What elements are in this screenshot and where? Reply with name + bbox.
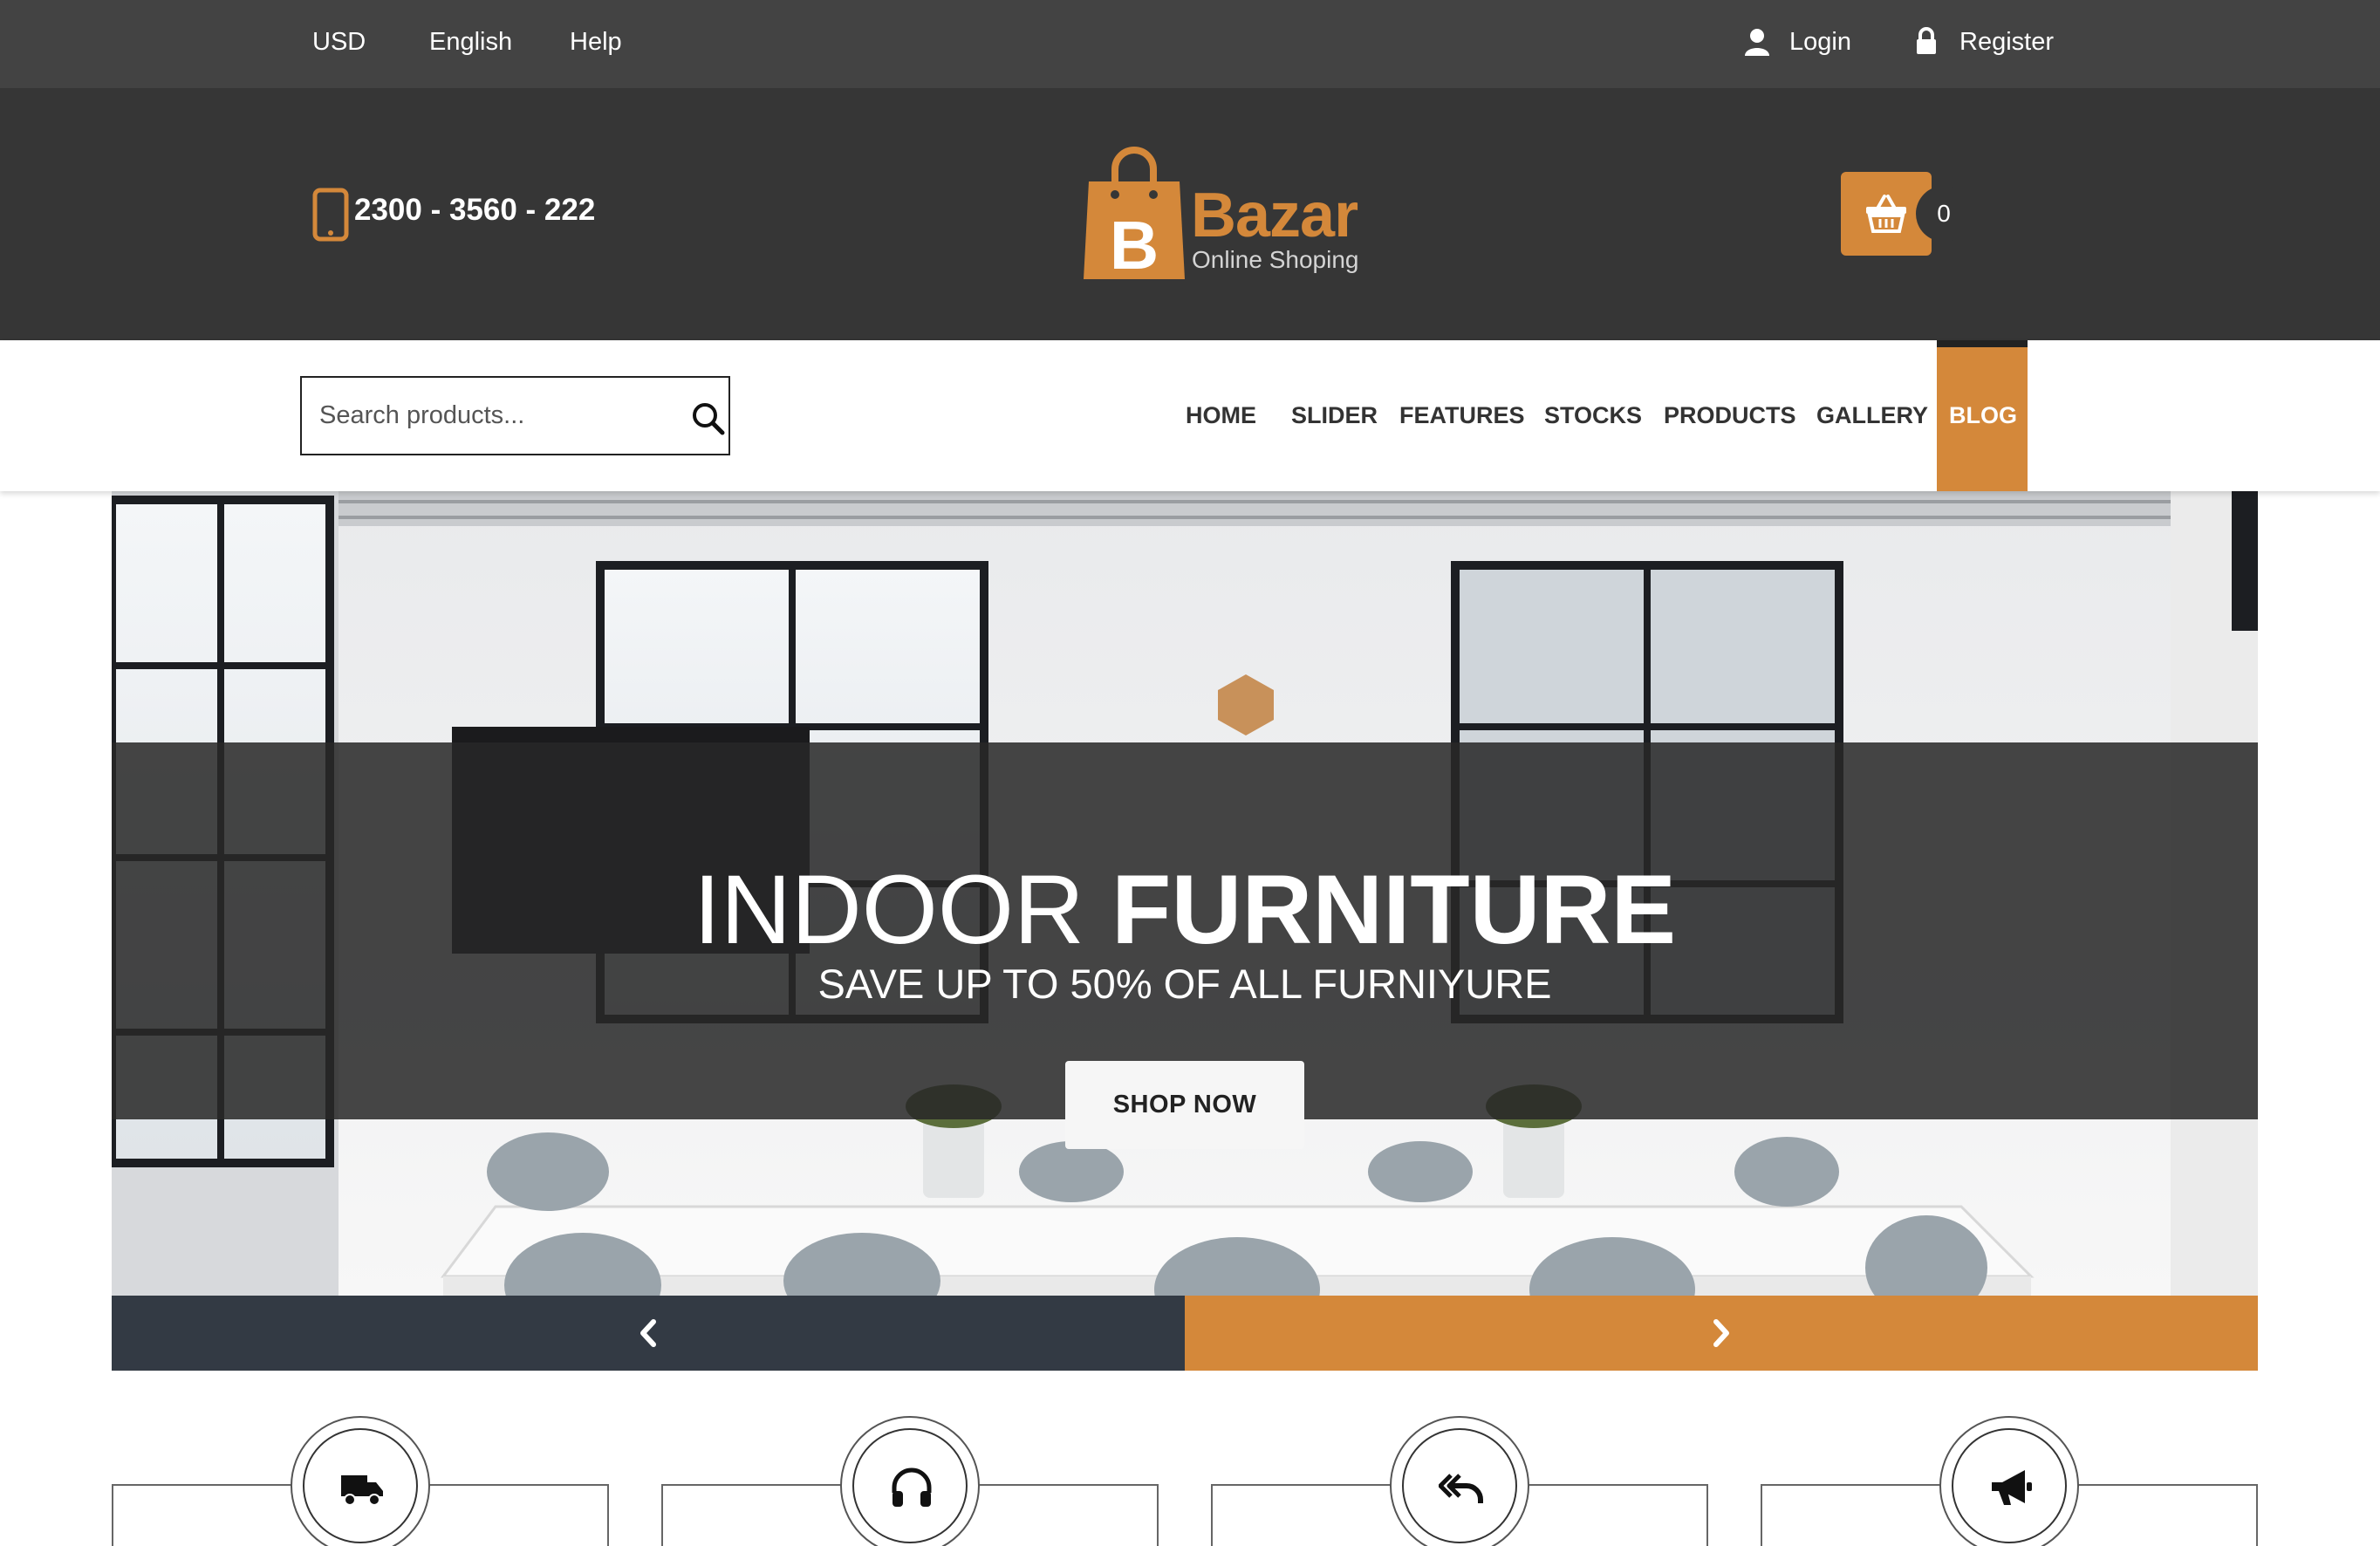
nav-item-gallery[interactable]: GALLERY	[1816, 401, 1928, 429]
help-link[interactable]: Help	[570, 26, 622, 58]
search-icon[interactable]	[690, 400, 725, 435]
hero-slider: INDOOR FURNITURE SAVE UP TO 50% OF ALL F…	[112, 491, 2258, 1296]
megaphone-icon	[1992, 1470, 2032, 1505]
logo-subtitle: Online Shoping	[1192, 246, 1359, 273]
main-navigation-bar: HOME SLIDER FEATURES STOCKS PRODUCTS GAL…	[0, 340, 2380, 491]
hero-title-bold: FURNITURE	[1111, 855, 1677, 964]
shop-now-button[interactable]: SHOP NOW	[1065, 1061, 1304, 1149]
nav-item-home[interactable]: HOME	[1186, 401, 1256, 429]
nav-item-products[interactable]: PRODUCTS	[1664, 401, 1796, 429]
slider-prev-button[interactable]	[112, 1296, 1185, 1371]
top-utility-bar: USD English Help Login Register	[0, 0, 2380, 88]
feature-icon-circle	[1390, 1416, 1529, 1546]
chevron-right-icon	[1713, 1319, 1729, 1347]
hero-subtitle: SAVE UP TO 50% OF ALL FURNIYURE	[817, 961, 1552, 1007]
lock-icon	[1917, 27, 1936, 54]
phone-number: 2300 - 3560 - 222	[354, 193, 596, 227]
headphones-icon	[892, 1467, 932, 1507]
feature-icon-circle	[1939, 1416, 2079, 1546]
login-link[interactable]: Login	[1789, 26, 1851, 58]
reply-icon	[1439, 1474, 1483, 1503]
site-header: 2300 - 3560 - 222 B Bazar Online Shoping…	[0, 88, 2380, 340]
shopping-bag-logo-icon: B	[1084, 147, 1185, 282]
chevron-left-icon	[640, 1319, 656, 1347]
search-box	[300, 376, 730, 455]
nav-item-features[interactable]: FEATURES	[1399, 401, 1525, 429]
slider-next-button[interactable]	[1185, 1296, 2258, 1371]
mobile-phone-icon	[312, 188, 349, 242]
hero-title: INDOOR FURNITURE	[112, 858, 2258, 962]
logo-title: Bazar	[1191, 181, 1358, 250]
feature-icon-circle	[840, 1416, 980, 1546]
search-input[interactable]	[319, 378, 668, 454]
nav-item-stocks[interactable]: STOCKS	[1544, 401, 1642, 429]
logo-letter: B	[1110, 207, 1159, 282]
truck-icon	[341, 1475, 383, 1506]
user-icon	[1745, 29, 1769, 56]
currency-selector[interactable]: USD	[312, 26, 366, 58]
nav-item-blog-label: BLOG	[1949, 402, 2017, 428]
cart-count-badge: 0	[1916, 186, 1972, 242]
register-link[interactable]: Register	[1959, 26, 2054, 58]
feature-icon-circle	[291, 1416, 430, 1546]
hero-title-light: INDOOR	[693, 855, 1112, 964]
nav-item-blog[interactable]: BLOG	[1937, 340, 2028, 491]
bazar-logo[interactable]: B Bazar Online Shoping	[1082, 147, 1370, 282]
nav-item-slider[interactable]: SLIDER	[1291, 401, 1378, 429]
basket-icon	[1866, 195, 1906, 233]
language-selector[interactable]: English	[429, 26, 512, 58]
